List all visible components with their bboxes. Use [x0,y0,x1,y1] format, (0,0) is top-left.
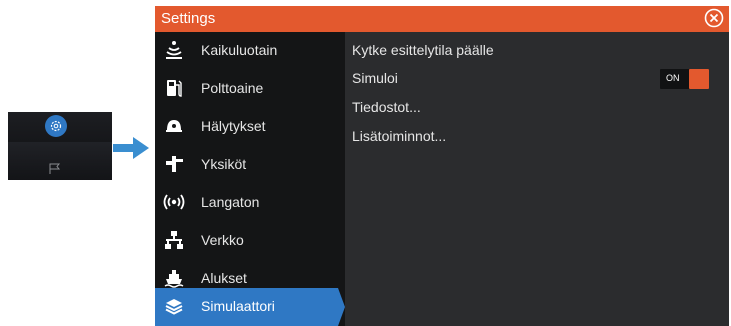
alarm-icon [163,115,185,137]
home-screen-thumbnail [8,112,112,180]
sonar-icon [163,39,185,61]
sidebar-item-label: Verkko [201,232,244,248]
fuel-pump-icon [163,77,185,99]
dialog-title: Settings [161,10,216,27]
units-icon [163,153,185,175]
sidebar-item-langaton[interactable]: Langaton [155,184,345,222]
close-icon[interactable] [704,8,724,28]
sidebar-item-label: Yksiköt [201,156,247,172]
sidebar-item-polttoaine[interactable]: Polttoaine [155,70,345,108]
sidebar-item-label: Hälytykset [201,118,266,134]
sidebar-item-label: Alukset [201,270,247,286]
row-label: Tiedostot... [352,99,421,115]
sidebar-item-kaikuluotain[interactable]: Kaikuluotain [155,32,345,70]
row-label: Kytke esittelytila päälle [352,42,494,58]
sidebar-item-yksikot[interactable]: Yksiköt [155,146,345,184]
sidebar-item-simulaattori[interactable]: Simulaattori [155,288,345,326]
sidebar-item-halytykset[interactable]: Hälytykset [155,108,345,146]
vessels-icon [163,267,185,289]
simulator-layers-icon [163,295,185,317]
row-files[interactable]: Tiedostot... [345,94,729,120]
toggle-knob [689,69,709,89]
settings-gear-icon [45,115,67,137]
arrow-right-icon [111,134,151,162]
row-demo-mode[interactable]: Kytke esittelytila päälle [345,37,729,63]
settings-content: Kytke esittelytila päälle Simuloi ON Tie… [345,32,729,326]
wireless-icon [163,191,185,213]
simulate-toggle[interactable]: ON [660,69,709,89]
row-advanced[interactable]: Lisätoiminnot... [345,123,729,149]
toggle-state-label: ON [666,73,680,83]
sidebar-item-verkko[interactable]: Verkko [155,222,345,260]
row-label: Lisätoiminnot... [352,128,447,144]
row-label: Simuloi [352,70,398,86]
sidebar-item-label: Langaton [201,194,260,210]
flag-icon [48,162,62,174]
row-simulate[interactable]: Simuloi ON [345,65,729,91]
settings-dialog: Settings Kaikuluotain Polttoaine Hälytyk… [155,6,729,326]
title-bar: Settings [155,6,729,32]
sidebar-item-label: Simulaattori [201,298,275,314]
sidebar-item-label: Kaikuluotain [201,42,278,58]
sidebar-item-label: Polttoaine [201,80,264,96]
network-icon [163,229,185,251]
settings-sidebar: Kaikuluotain Polttoaine Hälytykset Yksik… [155,32,345,326]
